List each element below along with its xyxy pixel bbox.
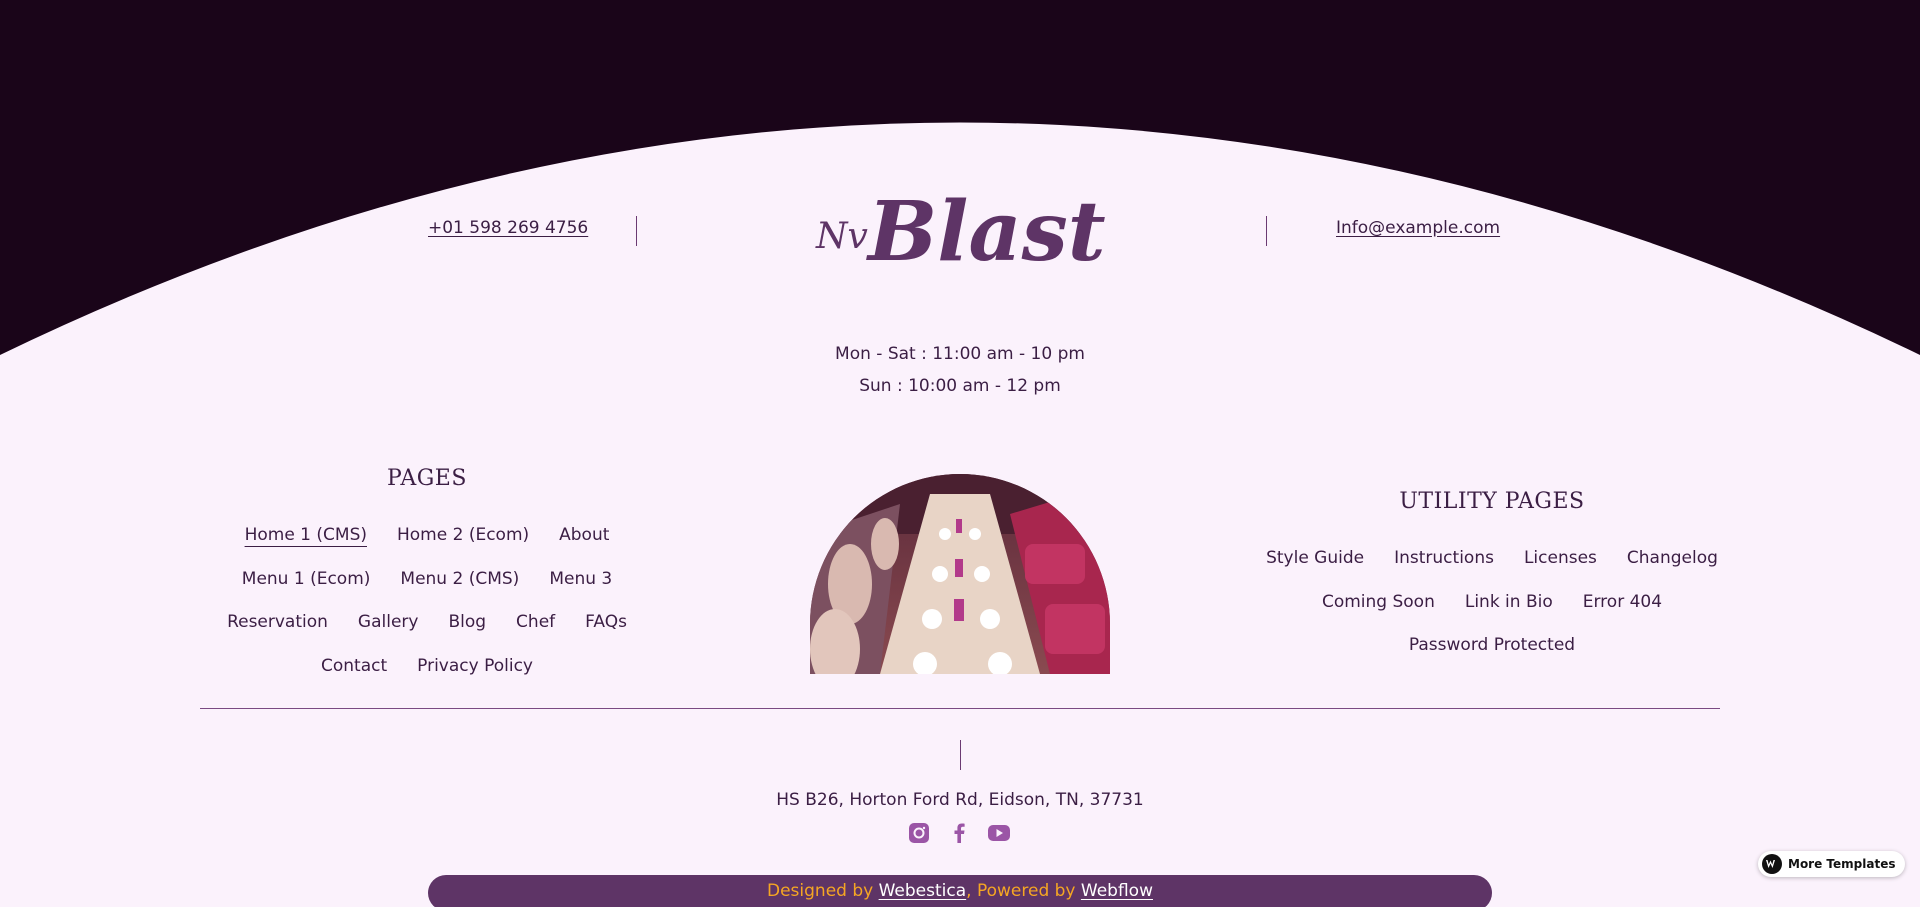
footer-nav-link[interactable]: Contact: [321, 656, 387, 676]
footer-nav-link[interactable]: Chef: [516, 612, 555, 632]
logo[interactable]: Nv Blast: [812, 180, 1112, 280]
footer-nav-link[interactable]: Menu 2 (CMS): [400, 569, 519, 589]
link-row: Reservation Gallery Blog Chef FAQs: [27, 612, 827, 632]
footer-nav-link[interactable]: Link in Bio: [1465, 592, 1553, 612]
instagram-icon[interactable]: [908, 822, 930, 844]
more-templates-label: More Templates: [1788, 857, 1896, 871]
address: HS B26, Horton Ford Rd, Eidson, TN, 3773…: [776, 790, 1144, 810]
footer-nav-link[interactable]: Licenses: [1524, 548, 1597, 568]
more-templates-button[interactable]: More Templates: [1758, 851, 1906, 877]
footer-nav-link[interactable]: Coming Soon: [1322, 592, 1435, 612]
footer-divider: [200, 708, 1720, 709]
hours-sunday: Sun : 10:00 am - 12 pm: [859, 376, 1061, 396]
footer-nav-link[interactable]: FAQs: [585, 612, 627, 632]
footer-vertical-divider: [960, 740, 961, 770]
header-divider-left: [636, 216, 637, 246]
email-link[interactable]: Info@example.com: [1336, 218, 1500, 238]
logo-main-text: Blast: [866, 184, 1106, 280]
header-divider-right: [1266, 216, 1267, 246]
webflow-icon: [1762, 854, 1782, 874]
footer-nav-link[interactable]: Reservation: [227, 612, 328, 632]
footer-nav-link[interactable]: Changelog: [1627, 548, 1718, 568]
pages-title: PAGES: [387, 466, 467, 491]
utility-title: UTILITY PAGES: [1399, 489, 1585, 514]
restaurant-photo: [810, 474, 1110, 674]
footer-nav-link[interactable]: Error 404: [1583, 592, 1662, 612]
footer-nav-link[interactable]: About: [559, 525, 609, 545]
link-row: Menu 1 (Ecom) Menu 2 (CMS) Menu 3: [27, 569, 827, 589]
social-links: [908, 822, 1010, 844]
credit-bar: Designed by Webestica, Powered by Webflo…: [428, 875, 1492, 907]
footer-nav-link[interactable]: Menu 3: [549, 569, 612, 589]
footer-nav-link[interactable]: Home 2 (Ecom): [397, 525, 529, 545]
footer-nav-link[interactable]: Menu 1 (Ecom): [242, 569, 371, 589]
designed-by-text: Designed by: [767, 881, 879, 901]
logo-small-text: Nv: [815, 216, 868, 257]
footer-nav-link[interactable]: Home 1 (CMS): [245, 525, 367, 545]
youtube-icon[interactable]: [988, 822, 1010, 844]
link-row: Coming Soon Link in Bio Error 404: [1092, 592, 1892, 612]
footer-nav-link[interactable]: Password Protected: [1409, 635, 1575, 655]
footer-nav-link[interactable]: Gallery: [358, 612, 419, 632]
phone-link[interactable]: +01 598 269 4756: [428, 218, 588, 238]
link-row: Home 1 (CMS) Home 2 (Ecom) About: [27, 525, 827, 545]
link-row: Password Protected: [1092, 635, 1892, 655]
footer-nav-link[interactable]: Privacy Policy: [417, 656, 533, 676]
powered-by-text: , Powered by: [966, 881, 1081, 901]
footer-nav-link[interactable]: Blog: [448, 612, 486, 632]
footer-nav-link[interactable]: Style Guide: [1266, 548, 1364, 568]
hours-weekdays: Mon - Sat : 11:00 am - 10 pm: [835, 344, 1085, 364]
footer-nav-link[interactable]: Instructions: [1394, 548, 1494, 568]
webestica-link[interactable]: Webestica: [879, 881, 967, 901]
webflow-link[interactable]: Webflow: [1081, 881, 1153, 901]
link-row: Style Guide Instructions Licenses Changelog: [1092, 548, 1892, 568]
link-row: Contact Privacy Policy: [27, 656, 827, 676]
facebook-icon[interactable]: [948, 822, 970, 844]
